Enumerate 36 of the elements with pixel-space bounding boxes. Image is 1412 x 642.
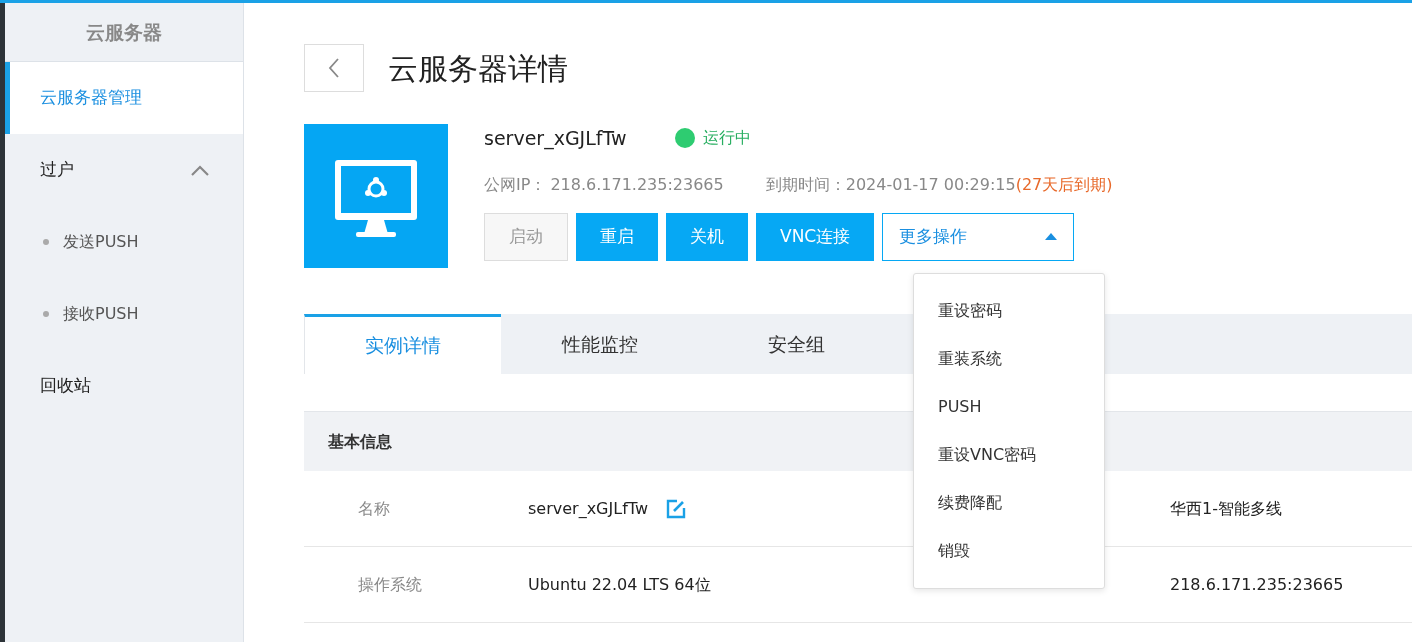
bullet-icon [43,239,49,245]
tab[interactable]: 性能监控 [501,314,698,374]
field-value: 218.6.171.235:23665 [1170,573,1344,596]
field-value: Ubuntu 22.04 LTS 64位 [528,573,711,596]
chevron-up-icon[interactable] [191,164,209,176]
tab[interactable]: 安全组 [698,314,895,374]
expiry-value: 2024-01-17 00:29:15 [845,173,1016,196]
bullet-icon [43,311,49,317]
field-value: 华西1-智能多线 [1170,497,1282,520]
more-actions-dropdown[interactable]: 更多操作 [882,212,1075,261]
server-name: server_xGJLfTw [484,126,627,152]
ip-label: 公网IP： [484,173,547,196]
status-label: 运行中 [702,127,751,150]
menu-item[interactable]: 重装系统 [914,335,1104,383]
tab[interactable]: 实例详情 [304,314,501,374]
sidebar-item[interactable]: 过户 [5,134,243,206]
ip-value: 218.6.171.235:23665 [550,173,724,196]
menu-item[interactable]: 重设密码 [914,287,1104,335]
monitor-icon [304,124,448,268]
sidebar-item[interactable]: 回收站 [5,350,243,422]
chevron-left-icon [328,58,340,78]
sidebar-item[interactable]: 云服务器管理 [5,62,243,134]
field-value: server_xGJLfTw [528,497,648,520]
caret-up-icon [1045,233,1058,240]
expiry-note: (27天后到期) [1015,173,1113,196]
menu-item[interactable]: 销毁 [914,527,1104,575]
field-label: 名称 [357,497,391,520]
sidebar-subitem[interactable]: 接收PUSH [63,302,139,326]
sidebar-subitem[interactable]: 发送PUSH [63,230,139,254]
status-dot [674,128,695,149]
sidebar-item-label: 过户 [40,158,74,182]
expiry-label: 到期时间： [765,173,846,196]
menu-item[interactable]: 续费降配 [914,479,1104,527]
page-title: 云服务器详情 [388,49,568,88]
field-label: 操作系统 [357,573,423,596]
edit-icon[interactable] [666,498,686,519]
